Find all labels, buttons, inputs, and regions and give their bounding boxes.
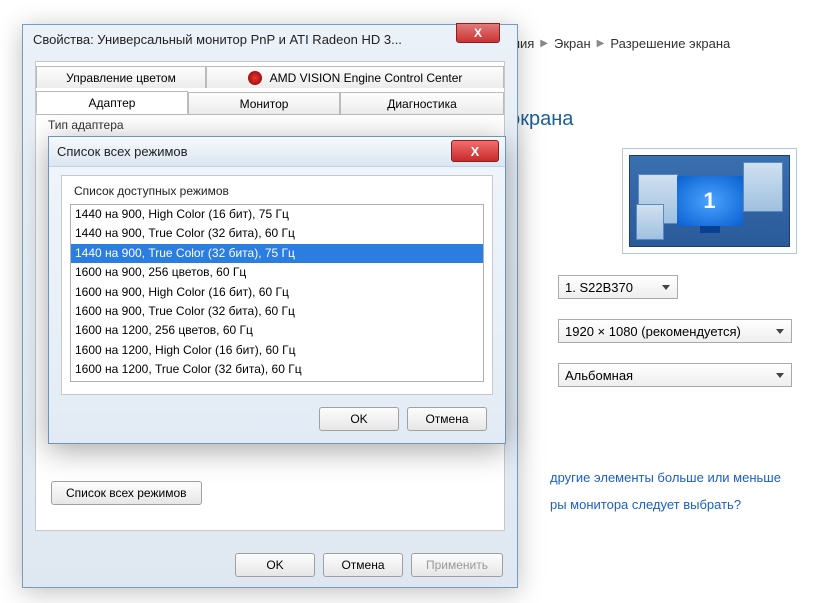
modes-buttons: OK Отмена (319, 407, 487, 431)
breadcrumb: ления ▶ Экран ▶ Разрешение экрана (498, 36, 730, 51)
list-all-modes-button[interactable]: Список всех режимов (51, 481, 202, 505)
mode-item[interactable]: 1440 на 900, True Color (32 бита), 60 Гц (71, 224, 483, 243)
modes-label: Список доступных режимов (74, 184, 484, 198)
apply-button[interactable]: Применить (411, 553, 503, 577)
page-title: экрана (510, 108, 573, 131)
tab-label: Адаптер (89, 96, 136, 110)
tab-label: AMD VISION Engine Control Center (270, 71, 463, 85)
monitor-thumb-icon (743, 162, 783, 212)
button-label: OK (266, 558, 283, 572)
tab-adapter[interactable]: Адаптер (36, 91, 188, 114)
breadcrumb-part[interactable]: Разрешение экрана (610, 36, 730, 51)
monitor-thumb-icon (636, 204, 664, 240)
link-which-monitor[interactable]: ры монитора следует выбрать? (550, 497, 781, 512)
settings-dropdowns: 1. S22B370 1920 × 1080 (рекомендуется) А… (558, 275, 792, 387)
monitor-preview-inner: 1 (629, 155, 790, 247)
tab-label: Диагностика (387, 97, 457, 111)
close-button[interactable]: X (456, 23, 500, 43)
amd-icon (248, 71, 262, 85)
modes-body: Список доступных режимов 1440 на 900, Hi… (61, 175, 493, 395)
mode-item[interactable]: 1600 на 1200, True Color (32 бита), 60 Г… (71, 360, 483, 379)
modes-listbox[interactable]: 1440 на 900, High Color (16 бит), 75 Гц1… (70, 204, 484, 382)
mode-item[interactable]: 1440 на 900, High Color (16 бит), 75 Гц (71, 205, 483, 224)
mode-item[interactable]: 1600 на 900, 256 цветов, 60 Гц (71, 263, 483, 282)
tab-label: Монитор (240, 97, 289, 111)
tab-label: Управление цветом (66, 71, 176, 85)
chevron-right-icon: ▶ (540, 38, 548, 49)
mode-item[interactable]: 1600 на 1200, High Color (16 бит), 60 Гц (71, 341, 483, 360)
modes-title: Список всех режимов (57, 144, 188, 159)
close-icon: X (474, 26, 482, 40)
monitor-preview[interactable]: 1 (622, 148, 797, 254)
mode-item[interactable]: 1440 на 900, True Color (32 бита), 75 Гц (71, 244, 483, 263)
ok-button[interactable]: OK (235, 553, 315, 577)
button-label: Отмена (425, 412, 468, 426)
tab-color-management[interactable]: Управление цветом (36, 66, 206, 88)
dialog-buttons: OK Отмена Применить (23, 553, 503, 577)
link-size-items[interactable]: другие элементы больше или меньше (550, 470, 781, 485)
tab-monitor[interactable]: Монитор (188, 92, 340, 114)
orientation-select-value: Альбомная (565, 368, 633, 383)
resolution-select[interactable]: 1920 × 1080 (рекомендуется) (558, 319, 792, 343)
monitor-number-badge[interactable]: 1 (677, 176, 743, 226)
modes-list-dialog: Список всех режимов X Список доступных р… (48, 136, 506, 444)
ok-button[interactable]: OK (319, 407, 399, 431)
close-icon: X (471, 144, 480, 159)
mode-item[interactable]: 1600 на 1200, 256 цветов, 60 Гц (71, 321, 483, 340)
modes-titlebar[interactable]: Список всех режимов X (49, 137, 505, 167)
mode-item[interactable]: 1680 на 1050, 256 цветов, 59 Гц (71, 380, 483, 382)
button-label: Применить (426, 558, 488, 572)
tab-diagnostics[interactable]: Диагностика (340, 92, 504, 114)
resolution-select-value: 1920 × 1080 (рекомендуется) (565, 324, 741, 339)
button-label: Список всех режимов (66, 486, 187, 500)
cancel-button[interactable]: Отмена (407, 407, 487, 431)
properties-title: Свойства: Универсальный монитор PnP и AT… (23, 25, 517, 53)
cancel-button[interactable]: Отмена (323, 553, 403, 577)
button-label: OK (350, 412, 367, 426)
chevron-right-icon: ▶ (597, 38, 605, 49)
button-label: Отмена (341, 558, 384, 572)
display-select-value: 1. S22B370 (565, 280, 633, 295)
close-button[interactable]: X (451, 140, 499, 162)
orientation-select[interactable]: Альбомная (558, 363, 792, 387)
breadcrumb-part[interactable]: Экран (554, 36, 591, 51)
help-links: другие элементы больше или меньше ры мон… (550, 470, 781, 512)
adapter-type-label: Тип адаптера (48, 118, 496, 132)
tab-amd-vision[interactable]: AMD VISION Engine Control Center (206, 66, 504, 88)
mode-item[interactable]: 1600 на 900, High Color (16 бит), 60 Гц (71, 283, 483, 302)
tab-set: Управление цветом AMD VISION Engine Cont… (36, 62, 504, 115)
mode-item[interactable]: 1600 на 900, True Color (32 бита), 60 Гц (71, 302, 483, 321)
display-select[interactable]: 1. S22B370 (558, 275, 678, 299)
